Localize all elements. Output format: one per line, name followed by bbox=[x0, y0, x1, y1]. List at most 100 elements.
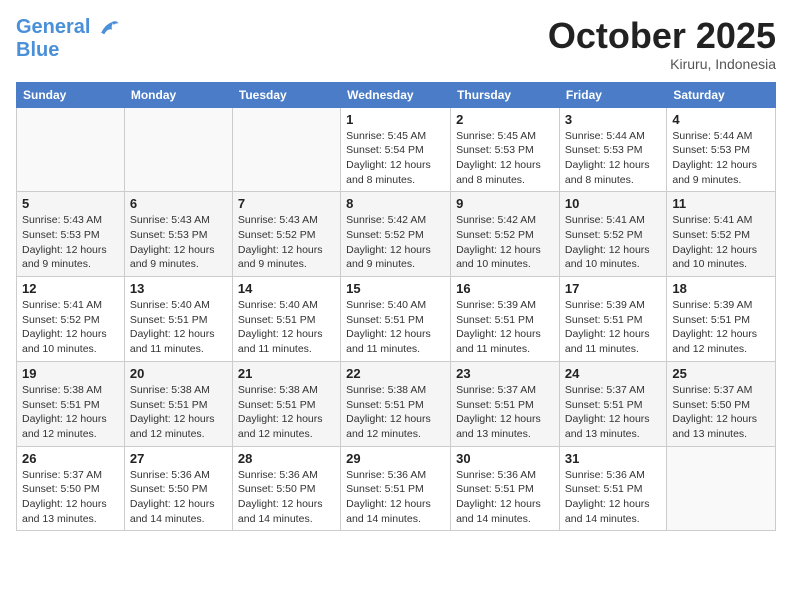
day-number: 31 bbox=[565, 451, 661, 466]
calendar-day-10: 10Sunrise: 5:41 AMSunset: 5:52 PMDayligh… bbox=[559, 192, 666, 277]
day-number: 5 bbox=[22, 196, 119, 211]
calendar-day-11: 11 Sunrise: 5:41 AMSunset: 5:52 PMDayligh… bbox=[667, 192, 776, 277]
day-number: 28 bbox=[238, 451, 335, 466]
calendar-day-empty bbox=[232, 107, 340, 192]
weekday-header-row: SundayMondayTuesdayWednesdayThursdayFrid… bbox=[17, 82, 776, 107]
day-number: 13 bbox=[130, 281, 227, 296]
calendar-day-9: 9 Sunrise: 5:42 AMSunset: 5:52 PMDaylight… bbox=[451, 192, 560, 277]
day-info: Sunrise: 5:36 AMSunset: 5:51 PMDaylight:… bbox=[346, 468, 445, 527]
day-info: Sunrise: 5:40 AMSunset: 5:51 PMDaylight:… bbox=[130, 298, 227, 357]
day-number: 30 bbox=[456, 451, 554, 466]
weekday-header-monday: Monday bbox=[124, 82, 232, 107]
calendar-day-1: 1 Sunrise: 5:45 AMSunset: 5:54 PMDaylight… bbox=[341, 107, 451, 192]
day-number: 12 bbox=[22, 281, 119, 296]
day-number: 1 bbox=[346, 112, 445, 127]
day-info: Sunrise: 5:45 AMSunset: 5:54 PMDaylight:… bbox=[346, 129, 445, 188]
day-number: 4 bbox=[672, 112, 770, 127]
day-info: Sunrise: 5:38 AMSunset: 5:51 PMDaylight:… bbox=[346, 383, 445, 442]
day-number: 19 bbox=[22, 366, 119, 381]
logo-general: General bbox=[16, 16, 90, 38]
calendar-day-8: 8Sunrise: 5:42 AMSunset: 5:52 PMDaylight… bbox=[341, 192, 451, 277]
weekday-header-friday: Friday bbox=[559, 82, 666, 107]
calendar-day-28: 28Sunrise: 5:36 AMSunset: 5:50 PMDayligh… bbox=[232, 446, 340, 531]
calendar-day-12: 12 Sunrise: 5:41 AMSunset: 5:52 PMDayligh… bbox=[17, 277, 125, 362]
calendar-day-5: 5 Sunrise: 5:43 AMSunset: 5:53 PMDaylight… bbox=[17, 192, 125, 277]
day-number: 18 bbox=[672, 281, 770, 296]
day-info: Sunrise: 5:44 AMSunset: 5:53 PMDaylight:… bbox=[565, 129, 661, 188]
day-info: Sunrise: 5:43 AMSunset: 5:52 PMDaylight:… bbox=[238, 213, 335, 272]
calendar-day-26: 26 Sunrise: 5:37 AMSunset: 5:50 PMDayligh… bbox=[17, 446, 125, 531]
calendar-day-27: 27Sunrise: 5:36 AMSunset: 5:50 PMDayligh… bbox=[124, 446, 232, 531]
calendar-day-empty bbox=[124, 107, 232, 192]
day-info: Sunrise: 5:43 AMSunset: 5:53 PMDaylight:… bbox=[22, 213, 119, 272]
calendar-day-6: 6 Sunrise: 5:43 AMSunset: 5:53 PMDaylight… bbox=[124, 192, 232, 277]
calendar-week-row: 1 Sunrise: 5:45 AMSunset: 5:54 PMDaylight… bbox=[17, 107, 776, 192]
calendar-day-17: 17 Sunrise: 5:39 AMSunset: 5:51 PMDayligh… bbox=[559, 277, 666, 362]
day-info: Sunrise: 5:40 AMSunset: 5:51 PMDaylight:… bbox=[346, 298, 445, 357]
day-info: Sunrise: 5:39 AMSunset: 5:51 PMDaylight:… bbox=[565, 298, 661, 357]
calendar-day-21: 21Sunrise: 5:38 AMSunset: 5:51 PMDayligh… bbox=[232, 361, 340, 446]
header: General Blue October 2025 Kiruru, Indone… bbox=[16, 16, 776, 72]
calendar-day-13: 13 Sunrise: 5:40 AMSunset: 5:51 PMDayligh… bbox=[124, 277, 232, 362]
logo-blue: Blue bbox=[16, 39, 120, 61]
day-number: 14 bbox=[238, 281, 335, 296]
calendar-day-14: 14Sunrise: 5:40 AMSunset: 5:51 PMDayligh… bbox=[232, 277, 340, 362]
calendar-week-row: 19 Sunrise: 5:38 AMSunset: 5:51 PMDayligh… bbox=[17, 361, 776, 446]
day-info: Sunrise: 5:43 AMSunset: 5:53 PMDaylight:… bbox=[130, 213, 227, 272]
calendar-day-31: 31 Sunrise: 5:36 AMSunset: 5:51 PMDayligh… bbox=[559, 446, 666, 531]
day-info: Sunrise: 5:37 AMSunset: 5:50 PMDaylight:… bbox=[22, 468, 119, 527]
day-number: 20 bbox=[130, 366, 227, 381]
day-number: 6 bbox=[130, 196, 227, 211]
calendar-day-23: 23Sunrise: 5:37 AMSunset: 5:51 PMDayligh… bbox=[451, 361, 560, 446]
weekday-header-wednesday: Wednesday bbox=[341, 82, 451, 107]
calendar-day-16: 16 Sunrise: 5:39 AMSunset: 5:51 PMDayligh… bbox=[451, 277, 560, 362]
calendar-day-empty bbox=[667, 446, 776, 531]
month-title: October 2025 bbox=[548, 16, 776, 56]
calendar-day-20: 20Sunrise: 5:38 AMSunset: 5:51 PMDayligh… bbox=[124, 361, 232, 446]
title-area: October 2025 Kiruru, Indonesia bbox=[548, 16, 776, 72]
calendar-table: SundayMondayTuesdayWednesdayThursdayFrid… bbox=[16, 82, 776, 532]
day-number: 27 bbox=[130, 451, 227, 466]
day-info: Sunrise: 5:37 AMSunset: 5:51 PMDaylight:… bbox=[565, 383, 661, 442]
day-number: 29 bbox=[346, 451, 445, 466]
day-number: 25 bbox=[672, 366, 770, 381]
day-number: 2 bbox=[456, 112, 554, 127]
logo-bird-icon bbox=[98, 17, 120, 39]
weekday-header-sunday: Sunday bbox=[17, 82, 125, 107]
day-number: 15 bbox=[346, 281, 445, 296]
day-info: Sunrise: 5:41 AMSunset: 5:52 PMDaylight:… bbox=[672, 213, 770, 272]
day-number: 22 bbox=[346, 366, 445, 381]
calendar-week-row: 12 Sunrise: 5:41 AMSunset: 5:52 PMDayligh… bbox=[17, 277, 776, 362]
calendar-week-row: 5 Sunrise: 5:43 AMSunset: 5:53 PMDaylight… bbox=[17, 192, 776, 277]
calendar-day-15: 15 Sunrise: 5:40 AMSunset: 5:51 PMDayligh… bbox=[341, 277, 451, 362]
calendar-day-29: 29 Sunrise: 5:36 AMSunset: 5:51 PMDayligh… bbox=[341, 446, 451, 531]
calendar-day-22: 22 Sunrise: 5:38 AMSunset: 5:51 PMDayligh… bbox=[341, 361, 451, 446]
day-number: 9 bbox=[456, 196, 554, 211]
day-info: Sunrise: 5:36 AMSunset: 5:51 PMDaylight:… bbox=[565, 468, 661, 527]
calendar-container: General Blue October 2025 Kiruru, Indone… bbox=[0, 0, 792, 539]
day-info: Sunrise: 5:39 AMSunset: 5:51 PMDaylight:… bbox=[672, 298, 770, 357]
day-number: 17 bbox=[565, 281, 661, 296]
day-number: 11 bbox=[672, 196, 770, 211]
logo: General Blue bbox=[16, 16, 120, 61]
day-info: Sunrise: 5:42 AMSunset: 5:52 PMDaylight:… bbox=[456, 213, 554, 272]
day-info: Sunrise: 5:45 AMSunset: 5:53 PMDaylight:… bbox=[456, 129, 554, 188]
day-number: 24 bbox=[565, 366, 661, 381]
day-number: 10 bbox=[565, 196, 661, 211]
day-number: 16 bbox=[456, 281, 554, 296]
calendar-day-4: 4 Sunrise: 5:44 AMSunset: 5:53 PMDaylight… bbox=[667, 107, 776, 192]
day-number: 8 bbox=[346, 196, 445, 211]
day-info: Sunrise: 5:41 AMSunset: 5:52 PMDaylight:… bbox=[22, 298, 119, 357]
day-number: 26 bbox=[22, 451, 119, 466]
day-number: 21 bbox=[238, 366, 335, 381]
day-info: Sunrise: 5:39 AMSunset: 5:51 PMDaylight:… bbox=[456, 298, 554, 357]
calendar-day-7: 7 Sunrise: 5:43 AMSunset: 5:52 PMDaylight… bbox=[232, 192, 340, 277]
calendar-day-24: 24 Sunrise: 5:37 AMSunset: 5:51 PMDayligh… bbox=[559, 361, 666, 446]
day-info: Sunrise: 5:36 AMSunset: 5:51 PMDaylight:… bbox=[456, 468, 554, 527]
weekday-header-tuesday: Tuesday bbox=[232, 82, 340, 107]
calendar-week-row: 26 Sunrise: 5:37 AMSunset: 5:50 PMDayligh… bbox=[17, 446, 776, 531]
calendar-day-3: 3Sunrise: 5:44 AMSunset: 5:53 PMDaylight… bbox=[559, 107, 666, 192]
day-number: 7 bbox=[238, 196, 335, 211]
day-info: Sunrise: 5:44 AMSunset: 5:53 PMDaylight:… bbox=[672, 129, 770, 188]
calendar-day-25: 25Sunrise: 5:37 AMSunset: 5:50 PMDayligh… bbox=[667, 361, 776, 446]
